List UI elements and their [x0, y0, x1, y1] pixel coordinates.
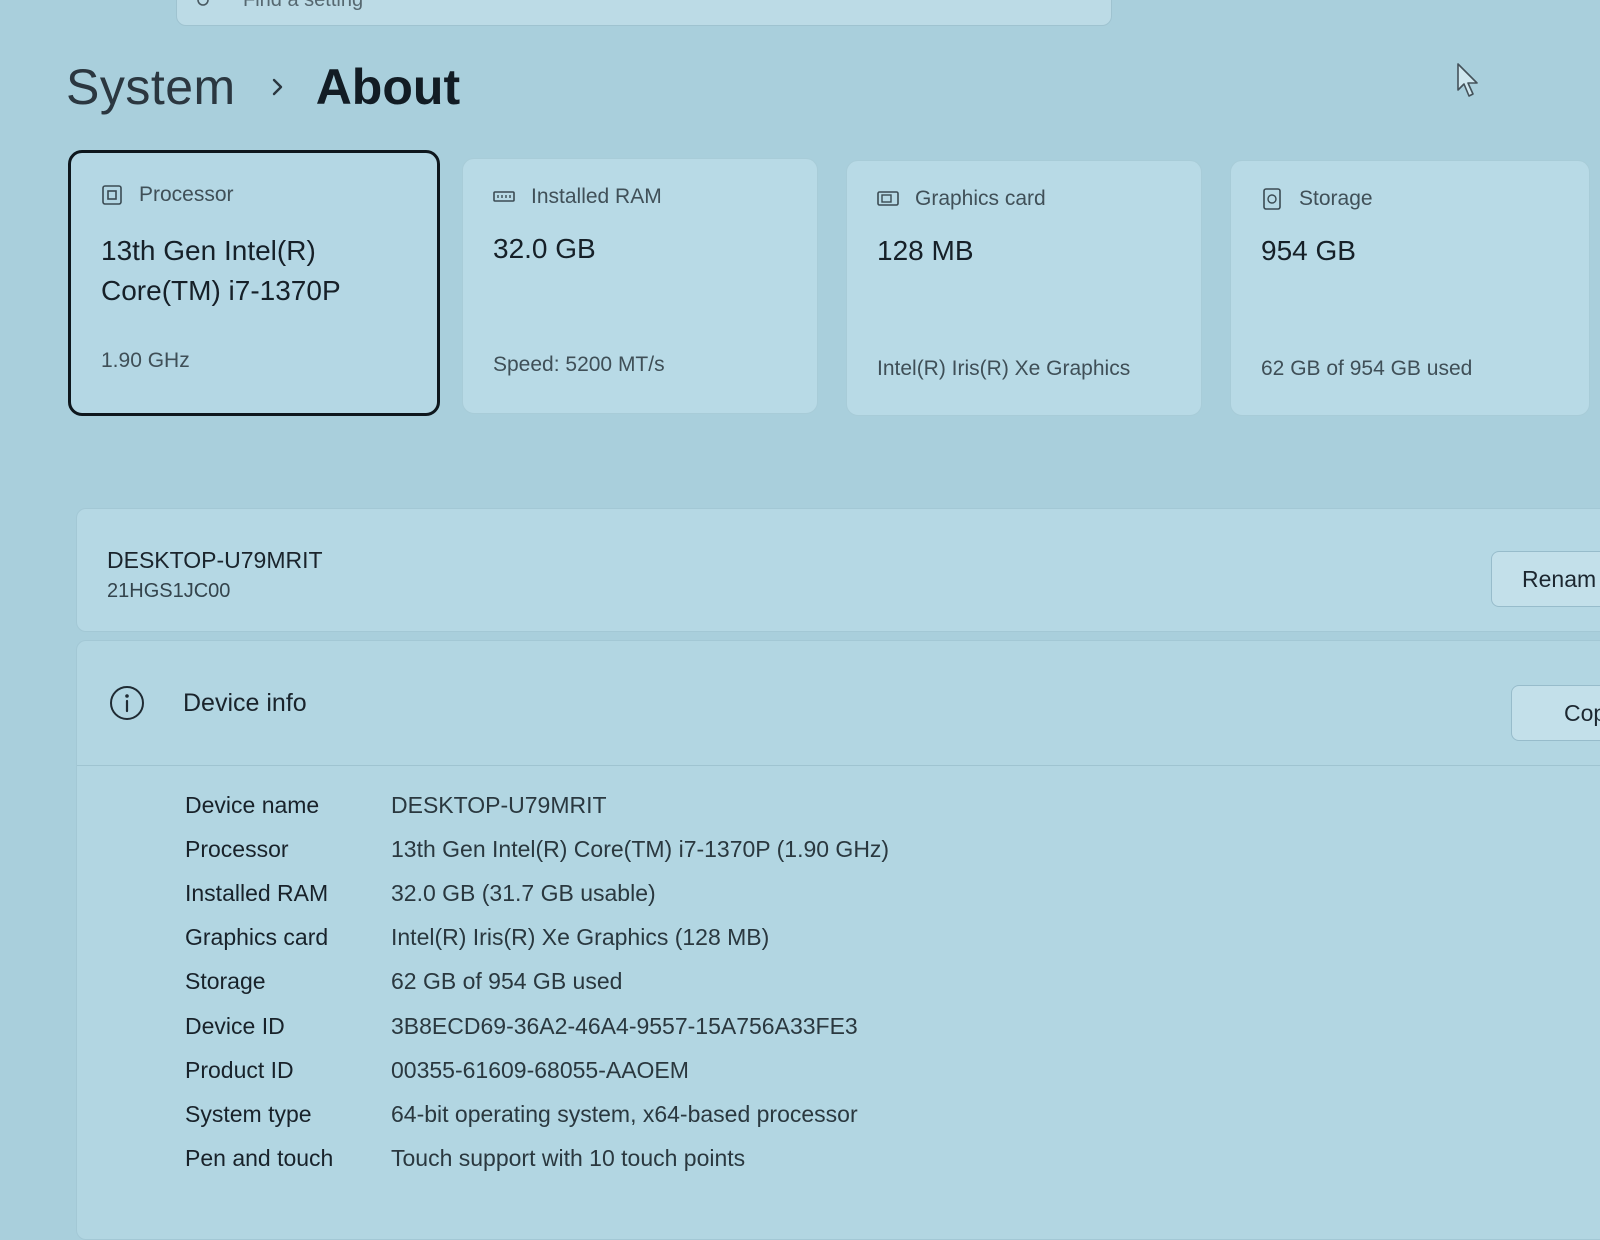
copy-button[interactable]: Cop — [1511, 685, 1600, 741]
device-info-header[interactable]: Device info Cop — [77, 641, 1600, 766]
spec-key: System type — [185, 1100, 312, 1127]
spec-value: DESKTOP-U79MRIT — [391, 791, 607, 818]
spec-value: Touch support with 10 touch points — [391, 1145, 746, 1172]
card-graphics-card[interactable]: Graphics card 128 MB Intel(R) Iris(R) Xe… — [846, 160, 1202, 416]
card-value: 128 MB — [877, 235, 974, 266]
spec-key: Graphics card — [185, 924, 329, 951]
ram-icon — [493, 191, 515, 202]
info-icon — [110, 686, 144, 720]
mouse-cursor-icon — [1457, 63, 1478, 97]
device-info-title: Device info — [183, 689, 307, 717]
spec-key: Pen and touch — [185, 1145, 334, 1172]
graphics-card-icon — [877, 191, 899, 206]
device-info-panel: Device info Cop Device name DESKTOP-U79MR… — [76, 640, 1600, 1240]
device-model: 21HGS1JC00 — [107, 580, 231, 602]
spec-row: System type 64-bit operating system, x64-… — [185, 1092, 889, 1136]
card-value: 954 GB — [1261, 235, 1356, 266]
spec-value: 32.0 GB (31.7 GB usable) — [391, 879, 656, 906]
processor-icon — [102, 185, 122, 205]
spec-key: Device name — [185, 791, 320, 818]
breadcrumb-system-link[interactable]: System — [66, 58, 236, 116]
card-processor[interactable]: Processor 13th Gen Intel(R) Core(TM) i7-… — [68, 150, 440, 416]
storage-icon — [1263, 188, 1281, 210]
spec-key: Product ID — [185, 1056, 294, 1083]
card-installed-ram[interactable]: Installed RAM 32.0 GB Speed: 5200 MT/s — [462, 158, 818, 414]
card-sub: 62 GB of 954 GB used — [1261, 357, 1473, 380]
card-label: Graphics card — [915, 187, 1046, 210]
device-name: DESKTOP-U79MRIT — [107, 547, 323, 573]
spec-value: 13th Gen Intel(R) Core(TM) i7-1370P (1.9… — [391, 835, 890, 862]
spec-row: Storage 62 GB of 954 GB used — [185, 960, 889, 1004]
spec-row: Product ID 00355-61609-68055-AAOEM — [185, 1048, 889, 1092]
page-title: About — [315, 59, 461, 115]
spec-row: Installed RAM 32.0 GB (31.7 GB usable) — [185, 871, 889, 915]
spec-row: Device name DESKTOP-U79MRIT — [185, 783, 889, 827]
card-storage[interactable]: Storage 954 GB 62 GB of 954 GB used — [1230, 160, 1590, 416]
spec-value: 62 GB of 954 GB used — [391, 968, 623, 995]
card-value: 13th Gen Intel(R) Core(TM) i7-1370P — [101, 235, 341, 306]
spec-row: Device ID 3B8ECD69-36A2-46A4-9557-15A756A… — [185, 1004, 889, 1048]
card-sub: Speed: 5200 MT/s — [493, 353, 665, 376]
spec-value: 00355-61609-68055-AAOEM — [391, 1056, 689, 1083]
breadcrumb: System About — [66, 52, 460, 122]
device-name-panel: DESKTOP-U79MRIT 21HGS1JC00 Renam — [76, 508, 1600, 632]
card-label: Storage — [1299, 187, 1373, 210]
card-value: 32.0 GB — [493, 233, 596, 264]
card-sub: Intel(R) Iris(R) Xe Graphics — [877, 357, 1131, 380]
search-box[interactable] — [176, 0, 1112, 26]
spec-row: Pen and touch Touch support with 10 touch… — [185, 1137, 889, 1181]
card-label: Processor — [139, 183, 234, 206]
chevron-right-icon — [272, 78, 282, 96]
spec-value: 3B8ECD69-36A2-46A4-9557-15A756A33FE3 — [391, 1012, 858, 1039]
spec-row: Graphics card Intel(R) Iris(R) Xe Graphic… — [185, 916, 889, 960]
card-sub: 1.90 GHz — [101, 349, 190, 372]
spec-key: Installed RAM — [185, 879, 329, 906]
spec-key: Processor — [185, 835, 289, 862]
spec-list: Device name DESKTOP-U79MRIT Processor 13th… — [185, 783, 889, 1181]
spec-value: Intel(R) Iris(R) Xe Graphics (128 MB) — [391, 924, 770, 951]
spec-value: 64-bit operating system, x64-based proce… — [391, 1100, 858, 1127]
spec-key: Device ID — [185, 1012, 285, 1039]
search-input[interactable] — [241, 0, 845, 13]
spec-row: Processor 13th Gen Intel(R) Core(TM) i7-1… — [185, 827, 889, 871]
search-icon — [197, 0, 209, 6]
spec-key: Storage — [185, 968, 266, 995]
card-label: Installed RAM — [531, 185, 662, 208]
rename-button[interactable]: Renam — [1491, 551, 1600, 607]
